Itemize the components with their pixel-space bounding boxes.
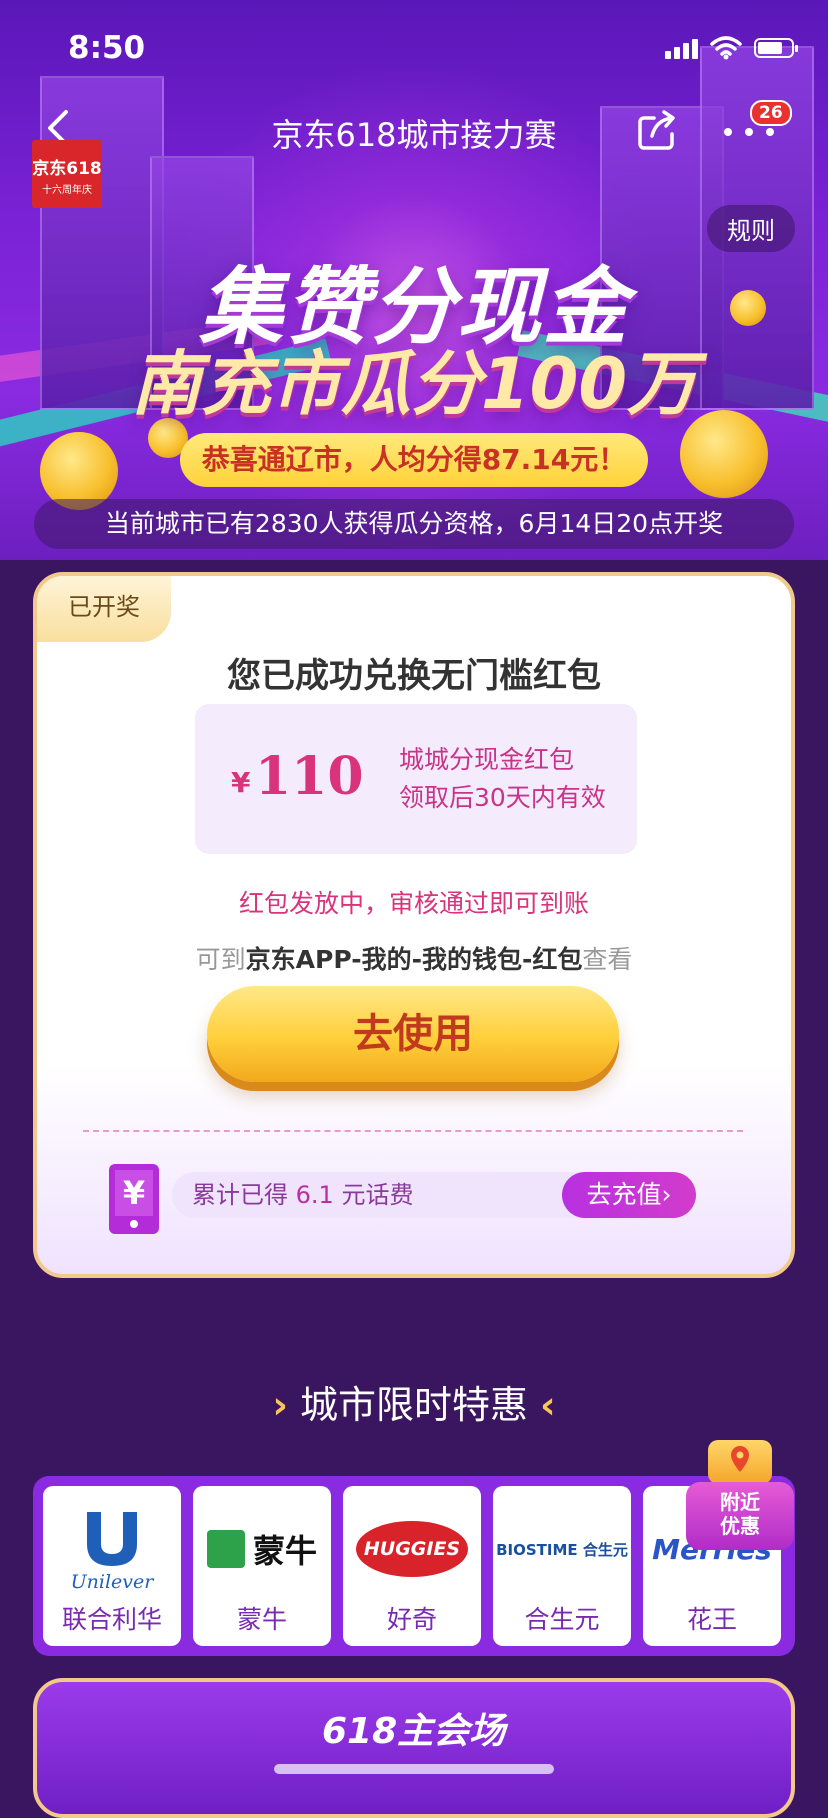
recharge-label: 去充值 xyxy=(586,1180,662,1209)
chevron-right-icon: › xyxy=(661,1180,672,1209)
huggies-logo: HUGGIES xyxy=(343,1504,481,1594)
brand-name: 花王 xyxy=(686,1605,737,1634)
nearby-line1: 附近 xyxy=(720,1490,760,1514)
logo-line1: 京东618 xyxy=(32,159,102,179)
chevron-right-icon: › xyxy=(272,1383,288,1427)
chevron-left-icon: ‹ xyxy=(540,1383,556,1427)
status-time: 8:50 xyxy=(68,30,146,66)
path-suffix: 查看 xyxy=(582,945,633,974)
logo-line2: 十六周年庆 xyxy=(42,185,92,196)
phone-glyph: ¥ xyxy=(115,1170,153,1216)
section-title: › 城市限时特惠 ‹ xyxy=(0,1374,828,1429)
section-title-text: 城市限时特惠 xyxy=(299,1383,528,1427)
unilever-logo: Unilever xyxy=(43,1504,181,1594)
recharge-button[interactable]: 去充值› xyxy=(562,1172,696,1218)
coupon: ¥ 110 城城分现金红包 领取后30天内有效 xyxy=(195,704,637,854)
main-venue-title: 618主会场 xyxy=(322,1711,506,1752)
page-title: 京东618城市接力赛 xyxy=(271,116,557,154)
share-icon[interactable] xyxy=(636,108,678,152)
coupon-name: 城城分现金红包 xyxy=(399,745,575,774)
brand-card[interactable]: 蒙牛 蒙牛 xyxy=(193,1486,331,1646)
currency-symbol: ¥ xyxy=(231,766,251,799)
brand-name: 合生元 xyxy=(524,1605,600,1634)
wifi-icon xyxy=(710,36,742,60)
scallop-divider xyxy=(0,1280,828,1306)
bill-text: 累计已得 6.1 元话费 xyxy=(192,1172,413,1218)
bill-amount: 6.1 xyxy=(295,1181,334,1209)
bill-prefix: 累计已得 xyxy=(192,1181,288,1209)
result-card: 已开奖 您已成功兑换无门槛红包 ¥ 110 城城分现金红包 领取后30天内有效 … xyxy=(33,572,795,1278)
brand-name: 好奇 xyxy=(386,1605,437,1634)
location-pin-icon xyxy=(708,1440,772,1484)
congrats-banner: 恭喜通辽市，人均分得87.14元！ xyxy=(180,433,648,487)
headline-sub: 南充市瓜分100万 xyxy=(130,343,698,425)
message-badge: 26 xyxy=(750,100,792,126)
brand-name: 联合利华 xyxy=(61,1605,162,1634)
card-title: 您已成功兑换无门槛红包 xyxy=(227,656,601,696)
use-button[interactable]: 去使用 xyxy=(207,986,619,1082)
svg-text:Unilever: Unilever xyxy=(71,1571,156,1593)
status-tag: 已开奖 xyxy=(37,576,171,642)
qualification-info: 当前城市已有2830人获得瓜分资格，6月14日20点开奖 xyxy=(34,499,794,549)
cellular-signal-icon xyxy=(665,37,698,59)
brand-card[interactable]: BIOSTIME 合生元 合生元 xyxy=(493,1486,631,1646)
brand-card[interactable]: Unilever 联合利华 xyxy=(43,1486,181,1646)
brand-card[interactable]: HUGGIES 好奇 xyxy=(343,1486,481,1646)
battery-icon xyxy=(754,38,798,58)
home-indicator[interactable] xyxy=(274,1764,554,1774)
phone-money-icon: ¥ xyxy=(109,1164,159,1234)
phone-bill-bar: 累计已得 6.1 元话费 去充值› xyxy=(172,1172,696,1218)
wallet-path: 可到京东APP-我的-我的钱包-红包查看 xyxy=(37,940,791,976)
mengniu-logo: 蒙牛 xyxy=(193,1504,331,1594)
nearby-line2: 优惠 xyxy=(720,1514,760,1538)
brand-name: 蒙牛 xyxy=(236,1605,287,1634)
coupon-validity: 领取后30天内有效 xyxy=(399,783,606,812)
divider xyxy=(83,1130,743,1132)
issuing-note: 红包发放中，审核通过即可到账 xyxy=(238,889,589,918)
nearby-panel: 附近 优惠 xyxy=(686,1482,794,1550)
status-icons xyxy=(665,36,798,60)
brand-list: Unilever 联合利华 蒙牛 蒙牛 HUGGIES 好奇 BIOSTIME … xyxy=(33,1476,795,1656)
path-text: 京东APP-我的-我的钱包-红包 xyxy=(245,945,583,974)
biostime-logo: BIOSTIME 合生元 xyxy=(496,1540,628,1559)
nearby-deals-button[interactable]: 附近 优惠 xyxy=(686,1440,794,1550)
path-prefix: 可到 xyxy=(195,945,246,974)
bill-suffix: 元话费 xyxy=(341,1181,414,1209)
coupon-amount: 110 xyxy=(255,746,364,807)
